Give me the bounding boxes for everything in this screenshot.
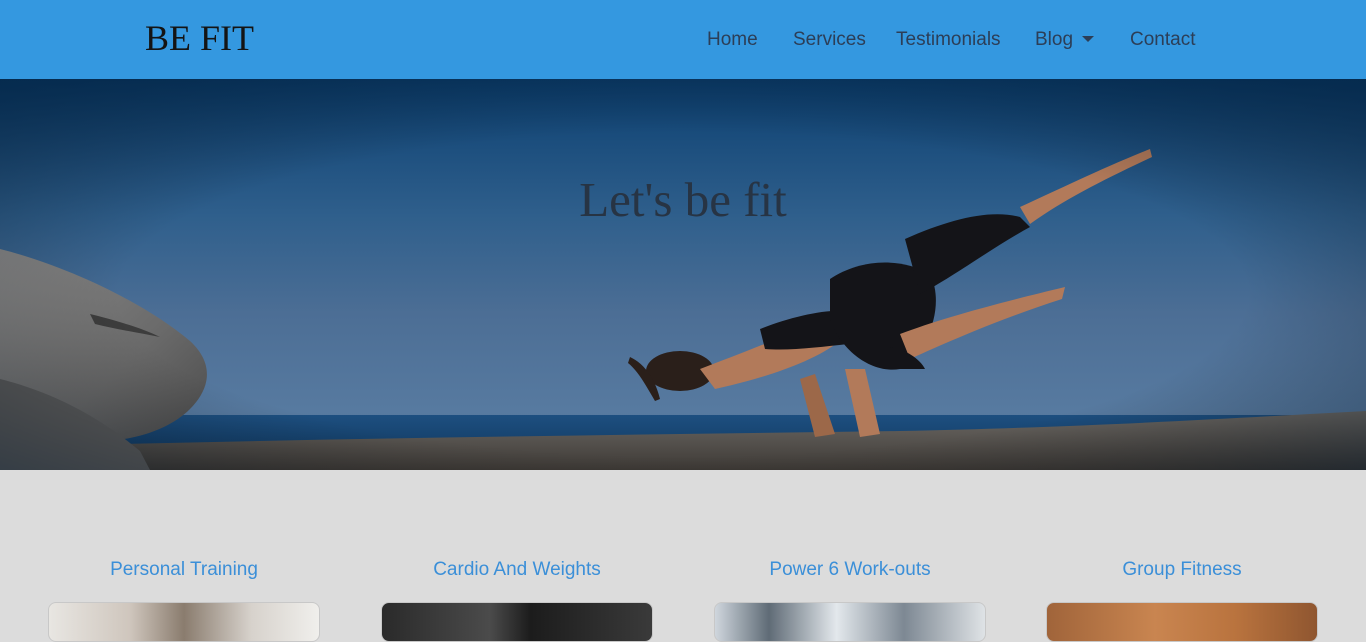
service-title[interactable]: Power 6 Work-outs	[714, 558, 986, 582]
caret-down-icon	[1082, 36, 1095, 42]
hero-title: Let's be fit	[579, 172, 787, 227]
brand-logo[interactable]: BE FIT	[145, 16, 254, 60]
nav-home[interactable]: Home	[707, 28, 758, 52]
nav-blog-label: Blog	[1035, 29, 1074, 50]
service-image[interactable]	[714, 602, 986, 642]
service-title[interactable]: Group Fitness	[1046, 558, 1318, 582]
hero-banner: Let's be fit	[0, 79, 1366, 470]
service-card: Group Fitness	[1046, 470, 1318, 642]
service-image[interactable]	[48, 602, 320, 642]
nav-contact[interactable]: Contact	[1130, 28, 1195, 52]
service-title[interactable]: Personal Training	[48, 558, 320, 582]
nav-blog-dropdown[interactable]: Blog	[1035, 28, 1095, 52]
service-title[interactable]: Cardio And Weights	[381, 558, 653, 582]
hero-photo	[0, 79, 1366, 470]
nav-testimonials[interactable]: Testimonials	[896, 28, 1001, 52]
service-card: Power 6 Work-outs	[714, 470, 986, 642]
service-image[interactable]	[381, 602, 653, 642]
service-image[interactable]	[1046, 602, 1318, 642]
service-card: Personal Training	[48, 470, 320, 642]
navbar: BE FIT Home Services Testimonials Blog C…	[0, 0, 1366, 79]
nav-services[interactable]: Services	[793, 28, 866, 52]
service-card: Cardio And Weights	[381, 470, 653, 642]
services-section: Personal Training Cardio And Weights Pow…	[0, 470, 1366, 642]
